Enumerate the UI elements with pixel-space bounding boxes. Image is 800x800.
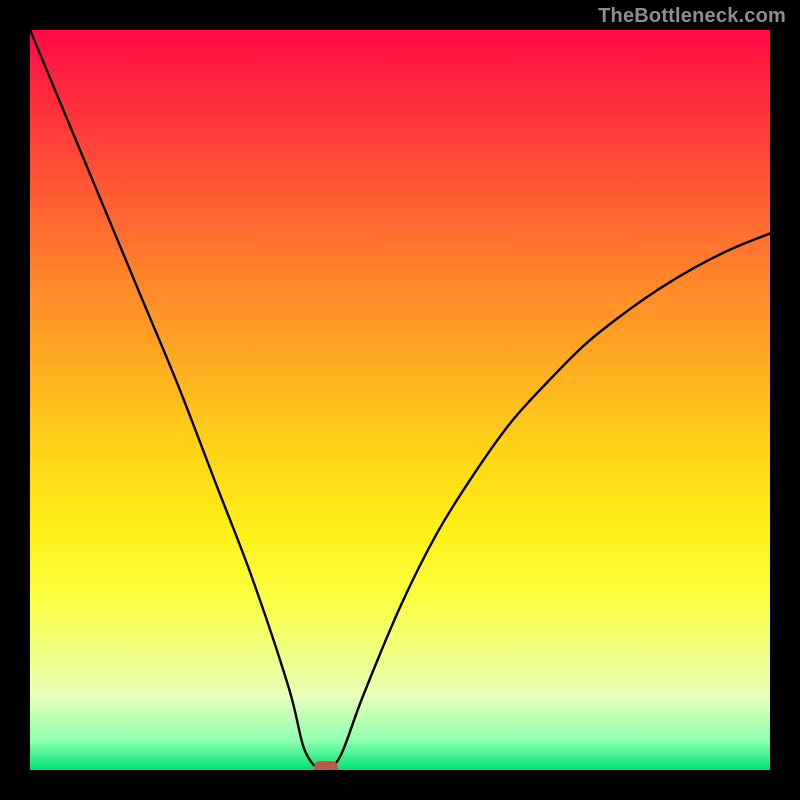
watermark-text: TheBottleneck.com bbox=[598, 5, 786, 28]
chart-frame: TheBottleneck.com bbox=[0, 0, 800, 800]
plot-area bbox=[30, 30, 770, 770]
curve-svg bbox=[30, 30, 770, 770]
min-marker bbox=[314, 761, 338, 770]
curve-group bbox=[30, 30, 770, 770]
bottleneck-curve bbox=[30, 30, 770, 770]
